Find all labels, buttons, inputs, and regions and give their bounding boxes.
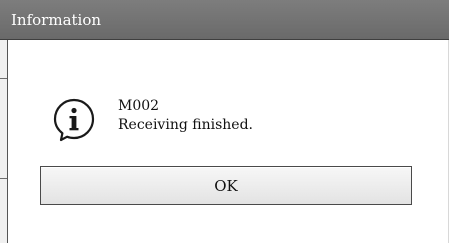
information-dialog: Information M002 Receiving finished. OK [0, 0, 449, 243]
ok-button[interactable]: OK [40, 166, 412, 205]
dialog-title: Information [11, 11, 102, 29]
message-text: Receiving finished. [118, 117, 253, 133]
ok-button-label: OK [214, 176, 238, 195]
info-bubble-icon [53, 98, 95, 142]
message-code: M002 [118, 98, 160, 114]
left-frame-tick [0, 78, 7, 79]
dialog-titlebar[interactable]: Information [0, 0, 449, 40]
left-frame-tick [0, 178, 7, 179]
